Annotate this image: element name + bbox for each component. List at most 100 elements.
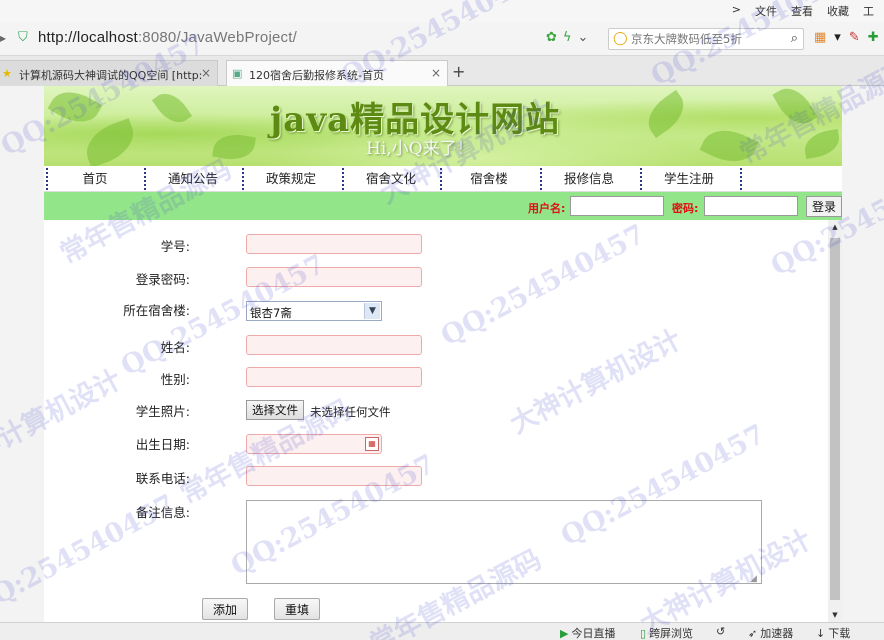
- login-bar: 用户名: 密码: 登录: [44, 192, 842, 220]
- name-label: 姓名:: [160, 340, 190, 355]
- scrollbar-thumb[interactable]: [830, 238, 840, 600]
- name-input[interactable]: [246, 335, 422, 355]
- nav-dorm-culture[interactable]: 宿舍文化: [342, 166, 440, 192]
- username-label: 用户名:: [528, 202, 566, 215]
- nav-register[interactable]: 学生注册: [640, 166, 738, 192]
- choose-file-button[interactable]: 选择文件: [246, 400, 304, 420]
- nav-home[interactable]: 首页: [46, 166, 144, 192]
- url-path: :8080/JavaWebProject/: [137, 29, 297, 46]
- tab-bar: ★ 计算机源码大神调试的QQ空间 [http: × ▣ 120宿舍后勤报修系统-…: [0, 56, 884, 86]
- close-icon[interactable]: ×: [201, 66, 211, 80]
- add-button[interactable]: 添加: [202, 598, 248, 620]
- registration-form: 学号: 登录密码: 所在宿舍楼: 银杏7斋 ▼ 姓名: 性别: 学生照片: 选择…: [44, 220, 828, 622]
- notes-label: 备注信息:: [135, 505, 190, 520]
- url-host: http://localhost: [38, 29, 138, 46]
- shield-icon: ⛉: [18, 30, 28, 45]
- tab-dorm-system[interactable]: ▣ 120宿舍后勤报修系统-首页 ×: [226, 60, 448, 86]
- notes-textarea[interactable]: [246, 500, 762, 584]
- reset-button[interactable]: 重填: [274, 598, 320, 620]
- password-label: 密码:: [672, 202, 699, 215]
- leaf-decoration: [212, 130, 256, 164]
- back-arrow-icon[interactable]: ▸: [0, 31, 6, 45]
- building-select[interactable]: 银杏7斋 ▼: [246, 301, 382, 321]
- resize-grip-icon[interactable]: ◢: [750, 574, 760, 584]
- phone-icon: ▯: [640, 626, 647, 640]
- main-nav: 首页 通知公告 政策规定 宿舍文化 宿舍楼 报修信息 学生注册: [44, 166, 842, 192]
- dropdown-icon[interactable]: ▾: [834, 30, 841, 45]
- status-download[interactable]: ↓ 下载: [816, 625, 850, 640]
- menu-tools[interactable]: 工: [863, 3, 874, 19]
- leaf-decoration: [639, 89, 693, 139]
- birthdate-input[interactable]: ▦: [246, 434, 382, 454]
- page-icon: ▣: [232, 67, 243, 80]
- search-engine-icon: ◯: [613, 31, 628, 46]
- status-live[interactable]: ▶ 今日直播: [560, 625, 615, 640]
- leaf-decoration: [151, 86, 193, 130]
- address-bar: ▸ ⛉ http://localhost:8080/JavaWebProject…: [0, 22, 884, 56]
- leaf-decoration: [699, 120, 759, 166]
- scroll-up-icon[interactable]: ▲: [828, 220, 842, 234]
- browser-menubar: > 文件 查看 收藏 工: [0, 0, 884, 22]
- scroll-down-icon[interactable]: ▼: [828, 608, 842, 622]
- tab-label: 120宿舍后勤报修系统-首页: [249, 69, 384, 82]
- status-download-label: 下载: [828, 627, 851, 640]
- search-icon[interactable]: ⌕: [791, 31, 798, 46]
- chevron-down-icon[interactable]: ▼: [364, 303, 380, 319]
- download-icon: ↓: [816, 626, 826, 640]
- star-icon: ★: [2, 67, 12, 80]
- leaf-decoration: [802, 129, 842, 159]
- extension-icon[interactable]: ✚: [868, 30, 879, 45]
- nav-notices[interactable]: 通知公告: [144, 166, 242, 192]
- refresh-icon[interactable]: ✿: [546, 30, 557, 45]
- site-container: java精品设计网站 Hi,小Q来了！ 首页 通知公告 政策规定 宿舍文化 宿舍…: [44, 86, 842, 622]
- username-input[interactable]: [570, 196, 664, 216]
- rocket-icon: ➶: [748, 626, 758, 640]
- history-icon[interactable]: ↺: [716, 625, 725, 638]
- browser-statusbar: ▶ 今日直播 ▯ 跨屏浏览 ↺ ➶ 加速器 ↓ 下载: [0, 622, 884, 640]
- login-button[interactable]: 登录: [806, 196, 842, 217]
- phone-input[interactable]: [246, 466, 422, 486]
- lightning-icon[interactable]: ϟ: [563, 30, 572, 45]
- password-input[interactable]: [704, 196, 798, 216]
- apps-grid-icon[interactable]: ▦: [814, 30, 826, 45]
- student-id-input[interactable]: [246, 234, 422, 254]
- student-id-label: 学号:: [160, 239, 190, 254]
- page-viewport: java精品设计网站 Hi,小Q来了！ 首页 通知公告 政策规定 宿舍文化 宿舍…: [0, 86, 884, 622]
- leaf-decoration: [772, 86, 818, 132]
- status-cross-screen-label: 跨屏浏览: [649, 627, 694, 640]
- url-field[interactable]: http://localhost:8080/JavaWebProject/: [38, 29, 297, 46]
- site-banner: java精品设计网站 Hi,小Q来了！: [44, 86, 842, 166]
- status-accelerator[interactable]: ➶ 加速器: [748, 625, 793, 640]
- address-right-icons: ▦ ▾ ✎ ✚: [814, 30, 879, 45]
- search-input[interactable]: [631, 31, 781, 47]
- close-icon[interactable]: ×: [431, 66, 441, 80]
- login-password-input[interactable]: [246, 267, 422, 287]
- file-status: 未选择任何文件: [310, 405, 391, 419]
- leaf-decoration: [47, 86, 103, 132]
- leaf-decoration: [79, 118, 141, 166]
- calendar-icon[interactable]: ▦: [365, 437, 379, 451]
- chevron-down-icon[interactable]: ⌄: [577, 30, 588, 45]
- status-cross-screen[interactable]: ▯ 跨屏浏览: [640, 625, 693, 640]
- status-live-label: 今日直播: [571, 627, 616, 640]
- new-tab-button[interactable]: +: [452, 62, 465, 81]
- gender-input[interactable]: [246, 367, 422, 387]
- browser-menus: > 文件 查看 收藏 工: [732, 3, 874, 19]
- play-icon: ▶: [560, 626, 569, 640]
- menu-favorites[interactable]: 收藏: [827, 3, 849, 19]
- nav-separator: [740, 168, 742, 190]
- status-accelerator-label: 加速器: [760, 627, 794, 640]
- address-icons: ✿ ϟ ⌄: [546, 30, 588, 45]
- nav-repairs[interactable]: 报修信息: [540, 166, 638, 192]
- vertical-scrollbar[interactable]: ▲ ▼: [828, 220, 842, 622]
- pen-icon[interactable]: ✎: [849, 30, 860, 45]
- menu-file[interactable]: 文件: [755, 3, 777, 19]
- site-subtitle: Hi,小Q来了！: [366, 139, 474, 159]
- gender-label: 性别:: [160, 372, 190, 387]
- menu-chevron-icon[interactable]: >: [732, 3, 741, 19]
- nav-policies[interactable]: 政策规定: [242, 166, 340, 192]
- tab-qq-space[interactable]: ★ 计算机源码大神调试的QQ空间 [http: ×: [0, 60, 218, 86]
- menu-view[interactable]: 查看: [791, 3, 813, 19]
- nav-buildings[interactable]: 宿舍楼: [440, 166, 538, 192]
- search-box: ◯ ⌕: [608, 28, 804, 50]
